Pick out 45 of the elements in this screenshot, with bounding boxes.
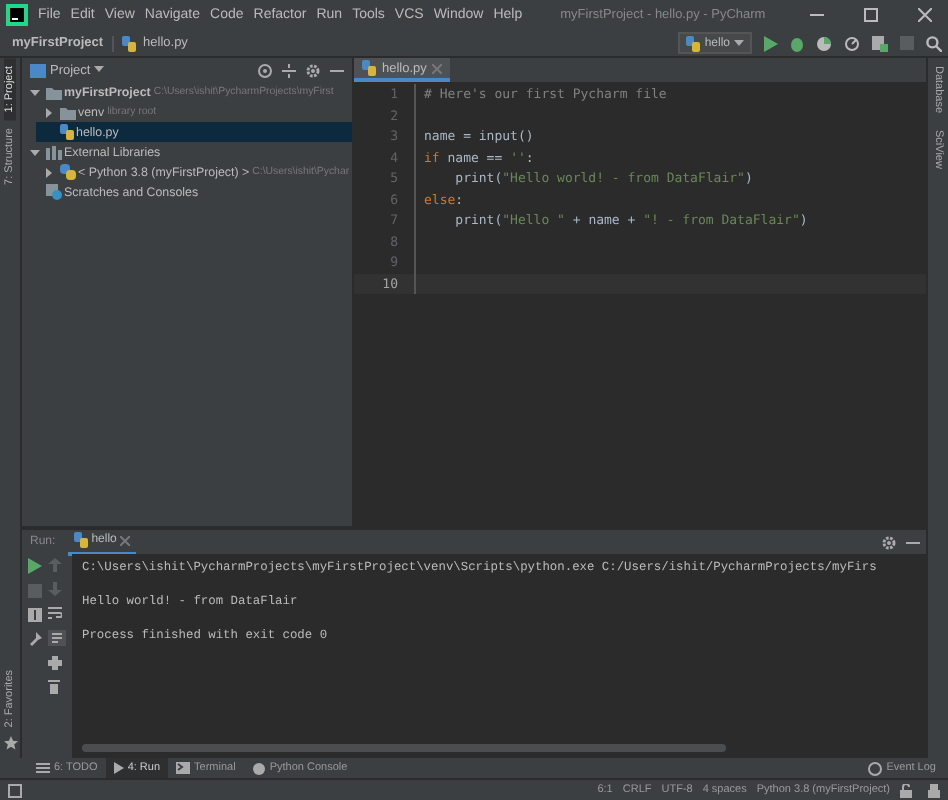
lock-icon[interactable] [900,783,912,797]
python-file-icon [59,124,73,140]
python-console-icon [251,761,266,775]
run-icon [113,762,124,774]
debug-icon[interactable] [790,35,804,51]
settings-icon[interactable] [306,63,320,77]
collapse-all-icon[interactable] [282,63,296,77]
build-icon[interactable] [872,35,888,51]
python-icon [59,164,75,180]
horizontal-scrollbar[interactable] [82,744,726,752]
terminal-icon [176,762,191,774]
soft-wrap-icon[interactable] [48,606,62,620]
collapse-arrow-icon[interactable] [44,167,54,177]
python-file-icon [686,35,701,51]
run-icon[interactable] [764,35,778,51]
close-icon[interactable] [120,535,131,545]
tool-window-icon[interactable] [8,783,22,797]
list-icon [36,762,50,774]
star-icon[interactable] [3,736,17,750]
collapse-arrow-icon[interactable] [44,107,54,117]
maximize-icon[interactable] [864,8,878,22]
caret-icon[interactable] [734,39,744,47]
trash-icon[interactable] [48,680,60,694]
expand-arrow-icon[interactable] [30,87,40,97]
close-icon[interactable] [918,8,932,22]
app-logo-icon [6,4,28,26]
event-log-icon[interactable] [868,761,883,775]
run-icon[interactable] [28,558,42,574]
layout-icon[interactable] [28,608,42,622]
minimize-icon[interactable] [810,8,824,22]
search-icon[interactable] [926,35,942,51]
python-file-icon [73,532,88,548]
expand-arrow-icon[interactable] [30,147,40,157]
pin-icon[interactable] [28,632,42,646]
caret-icon[interactable] [94,66,105,74]
library-icon [45,145,61,159]
scratch-icon [45,184,61,200]
python-file-icon [362,60,376,76]
settings-icon[interactable] [882,535,896,549]
locate-icon[interactable] [258,63,272,77]
python-file-icon [121,35,136,51]
coverage-icon[interactable] [816,35,832,51]
profiler-icon[interactable] [844,35,860,51]
scroll-to-end-icon[interactable] [48,630,66,646]
inspector-icon[interactable] [928,783,940,797]
